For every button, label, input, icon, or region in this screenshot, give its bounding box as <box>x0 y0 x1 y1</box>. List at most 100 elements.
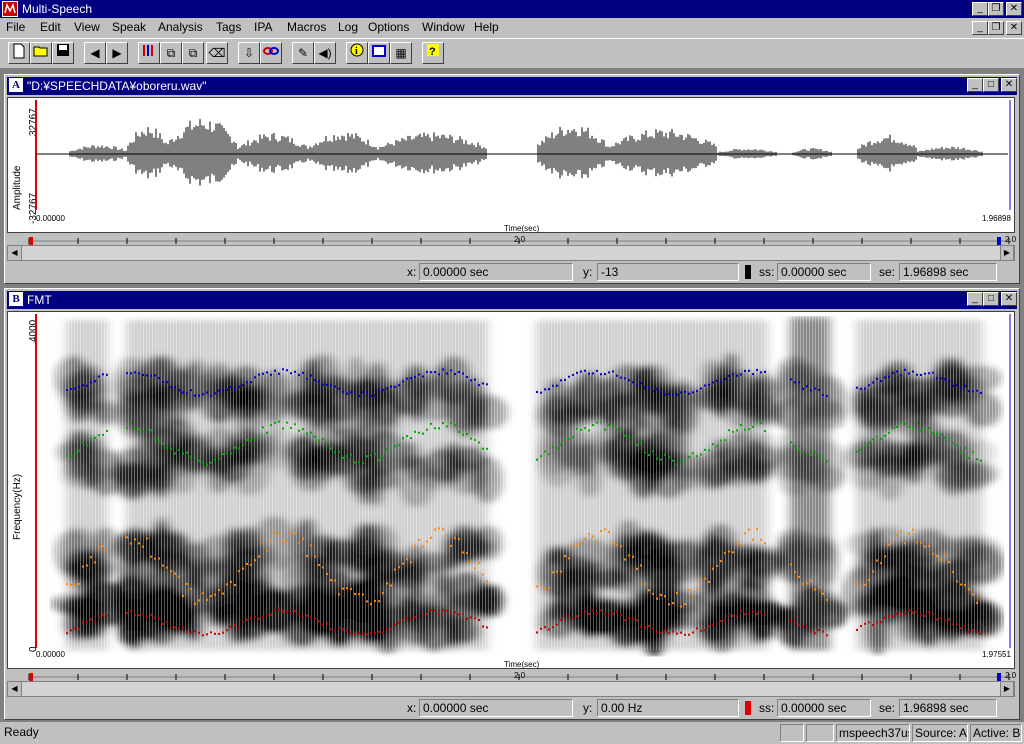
svg-text:?: ? <box>429 46 436 57</box>
menu-tags[interactable]: Tags <box>216 20 241 34</box>
svg-text:i: i <box>355 46 358 57</box>
waveform-scrollbar[interactable]: ◀ ▶ <box>7 245 1015 261</box>
toolbar: ◀ ▶ ⧉ ⧉ ⌫ ⇩ ✎ ◀) i ▦ ? <box>0 38 1024 69</box>
info-icon[interactable]: i <box>346 42 368 64</box>
cursor-color-swatch <box>745 265 751 279</box>
mdi-restore-icon[interactable]: ❐ <box>988 21 1004 35</box>
menu-edit[interactable]: Edit <box>40 20 61 34</box>
waveform-title-bar: A "D:¥SPEECHDATA¥oboreru.wav" _ □ ✕ <box>7 77 1017 95</box>
spectrogram-x-end: 1.97551 <box>982 650 1011 659</box>
app-title: Multi-Speech <box>22 2 93 16</box>
status-user: mspeech37use <box>836 724 910 742</box>
forward-arrow-icon[interactable]: ▶ <box>106 42 128 64</box>
menu-file[interactable]: File <box>6 20 25 34</box>
x-label: x: <box>407 701 417 715</box>
status-empty-2 <box>806 724 834 742</box>
eraser-icon[interactable]: ⌫ <box>206 42 228 64</box>
spectrogram-ruler-end: 2.0 <box>1005 671 1017 680</box>
menu-window[interactable]: Window <box>422 20 465 34</box>
formant-title-bar: B FMT _ □ ✕ <box>7 291 1017 309</box>
scroll-right-icon[interactable]: ▶ <box>1000 682 1014 696</box>
window-letter-a: A <box>9 78 23 92</box>
scroll-left-icon[interactable]: ◀ <box>8 682 22 696</box>
waveform-x-start: 0.00000 <box>36 214 65 223</box>
formant-title: FMT <box>27 293 52 307</box>
scroll-left-icon[interactable]: ◀ <box>8 246 22 260</box>
mdi-close-icon[interactable]: ✕ <box>1006 21 1022 35</box>
minimize-icon[interactable]: _ <box>972 2 988 16</box>
calculator-icon[interactable]: ▦ <box>390 42 412 64</box>
se-value: 1.96898 sec <box>899 699 997 717</box>
copy-icon[interactable]: ⧉ <box>160 42 182 64</box>
waveform-ruler-end: 2.0 <box>1005 235 1017 244</box>
spectrogram-x-start: 0.00000 <box>36 650 65 659</box>
status-source: Source: A <box>912 724 968 742</box>
spectrogram-info-bar: x: 0.00000 sec y: 0.00 Hz ss: 0.00000 se… <box>5 699 1015 717</box>
waveform-plot[interactable]: Amplitude 32767 -32767 0.00000 Time(sec)… <box>7 97 1015 233</box>
y-value: 0.00 Hz <box>597 699 739 717</box>
menu-bar: File Edit View Speak Analysis Tags IPA M… <box>0 18 1024 38</box>
open-folder-icon[interactable] <box>30 42 52 64</box>
menu-options[interactable]: Options <box>368 20 409 34</box>
menu-ipa[interactable]: IPA <box>254 20 272 34</box>
window-letter-b: B <box>9 292 23 306</box>
spectrogram-scrollbar[interactable]: ◀ ▶ <box>7 681 1015 697</box>
scroll-right-icon[interactable]: ▶ <box>1000 246 1014 260</box>
link-icon[interactable] <box>260 42 282 64</box>
se-value: 1.96898 sec <box>899 263 997 281</box>
status-ready: Ready <box>4 725 39 739</box>
x-value: 0.00000 sec <box>419 699 573 717</box>
formant-minimize-icon[interactable]: _ <box>967 292 983 306</box>
spectrum-bars-icon[interactable] <box>138 42 160 64</box>
status-bar: Ready mspeech37use Source: A Active: B <box>0 722 1024 744</box>
formant-maximize-icon[interactable]: □ <box>983 292 999 306</box>
spectrogram-plot[interactable]: Frequency(Hz) 4000 0 0.00000 Time(sec) 1… <box>7 311 1015 669</box>
status-empty-1 <box>780 724 804 742</box>
waveform-x-label: Time(sec) <box>504 224 540 233</box>
menu-help[interactable]: Help <box>474 20 499 34</box>
menu-analysis[interactable]: Analysis <box>158 20 203 34</box>
y-label: y: <box>583 701 593 715</box>
cursor-color-swatch <box>745 701 751 715</box>
waveform-maximize-icon[interactable]: □ <box>983 78 999 92</box>
status-active: Active: B <box>970 724 1022 742</box>
waveform-ruler[interactable]: 2.0 2.0 <box>9 235 1017 245</box>
x-value: 0.00000 sec <box>419 263 573 281</box>
se-label: se: <box>879 701 896 715</box>
waveform-window: A "D:¥SPEECHDATA¥oboreru.wav" _ □ ✕ Ampl… <box>4 74 1020 284</box>
save-icon[interactable] <box>52 42 74 64</box>
spectrogram-x-label: Time(sec) <box>504 660 540 669</box>
y-label: y: <box>583 265 593 279</box>
ss-value: 0.00000 sec <box>777 263 871 281</box>
help-icon[interactable]: ? <box>422 42 444 64</box>
se-label: se: <box>879 265 896 279</box>
restore-icon[interactable]: ❐ <box>988 2 1004 16</box>
waveform-minimize-icon[interactable]: _ <box>967 78 983 92</box>
speaker-icon[interactable]: ◀) <box>314 42 336 64</box>
waveform-x-end: 1.96898 <box>982 214 1011 223</box>
back-arrow-icon[interactable]: ◀ <box>84 42 106 64</box>
waveform-close-icon[interactable]: ✕ <box>1001 78 1017 92</box>
x-label: x: <box>407 265 417 279</box>
mdi-minimize-icon[interactable]: _ <box>972 21 988 35</box>
formant-window: B FMT _ □ ✕ Frequency(Hz) 4000 0 0.00000… <box>4 288 1020 720</box>
formant-close-icon[interactable]: ✕ <box>1001 292 1017 306</box>
paste-icon[interactable]: ⧉ <box>182 42 204 64</box>
waveform-title: "D:¥SPEECHDATA¥oboreru.wav" <box>27 79 207 93</box>
menu-macros[interactable]: Macros <box>287 20 326 34</box>
spectrogram-ruler-mid: 2.0 <box>514 671 526 680</box>
menu-log[interactable]: Log <box>338 20 358 34</box>
download-icon[interactable]: ⇩ <box>238 42 260 64</box>
window-icon[interactable] <box>368 42 390 64</box>
new-file-icon[interactable] <box>8 42 30 64</box>
menu-view[interactable]: View <box>74 20 100 34</box>
waveform-graphic <box>35 100 1011 210</box>
y-value: -13 <box>597 263 739 281</box>
close-icon[interactable]: ✕ <box>1006 2 1022 16</box>
app-title-bar: Multi-Speech _ ❐ ✕ <box>0 0 1024 18</box>
menu-speak[interactable]: Speak <box>112 20 146 34</box>
microphone-icon[interactable]: ✎ <box>292 42 314 64</box>
app-icon[interactable] <box>2 1 18 17</box>
waveform-info-bar: x: 0.00000 sec y: -13 ss: 0.00000 sec se… <box>5 263 1015 281</box>
spectrogram-ruler[interactable]: 2.0 2.0 <box>9 671 1017 681</box>
